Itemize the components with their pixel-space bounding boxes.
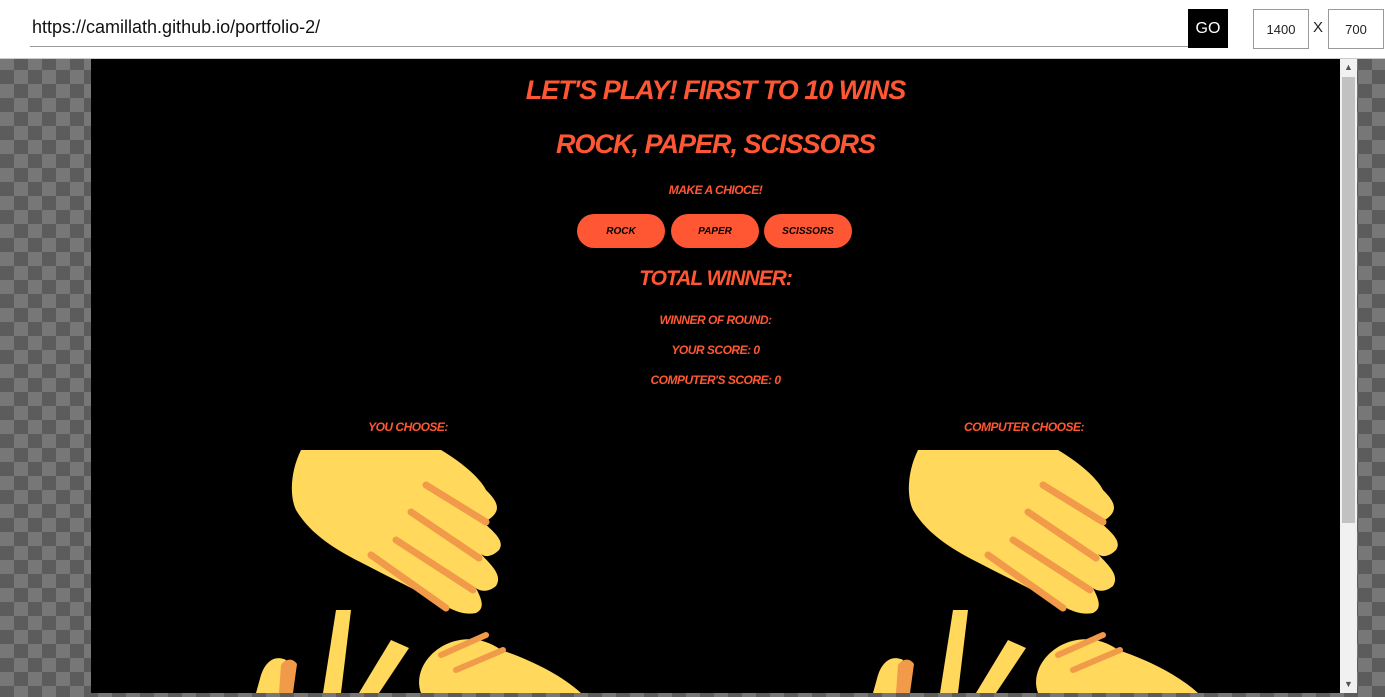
scroll-up-icon[interactable]: ▲ — [1340, 59, 1357, 76]
paper-button[interactable]: Paper — [671, 214, 759, 248]
computer-score: Computer's score: 0 — [650, 373, 781, 387]
vertical-scrollbar[interactable]: ▲ ▼ — [1340, 59, 1357, 693]
scroll-down-icon[interactable]: ▼ — [1340, 676, 1357, 693]
scissors-button[interactable]: Scissors — [764, 214, 852, 248]
dimension-separator: X — [1313, 19, 1324, 36]
player-choice-label: You choose: — [368, 420, 448, 434]
url-input[interactable] — [30, 9, 1188, 47]
scrollbar-thumb[interactable] — [1342, 77, 1355, 523]
raised-hand-icon — [256, 450, 581, 693]
go-button[interactable]: GO — [1188, 9, 1228, 48]
height-input[interactable] — [1328, 9, 1384, 49]
player-score: Your score: 0 — [671, 343, 760, 357]
rock-button[interactable]: Rock — [577, 214, 665, 248]
total-winner: Total winner: — [639, 267, 793, 290]
computer-choice-label: Computer choose: — [963, 420, 1085, 434]
width-input[interactable] — [1253, 9, 1309, 49]
game-title: Rock, Paper, Scissors — [555, 129, 876, 159]
page-title: Let's play! First to 10 wins — [525, 75, 906, 105]
round-winner: Winner of round: — [659, 313, 773, 327]
address-toolbar: GO X — [0, 0, 1385, 59]
choice-prompt: Make a chioce! — [668, 183, 763, 197]
raised-hand-icon — [873, 450, 1198, 693]
page-viewport: Let's play! First to 10 wins Rock, Paper… — [91, 59, 1340, 693]
